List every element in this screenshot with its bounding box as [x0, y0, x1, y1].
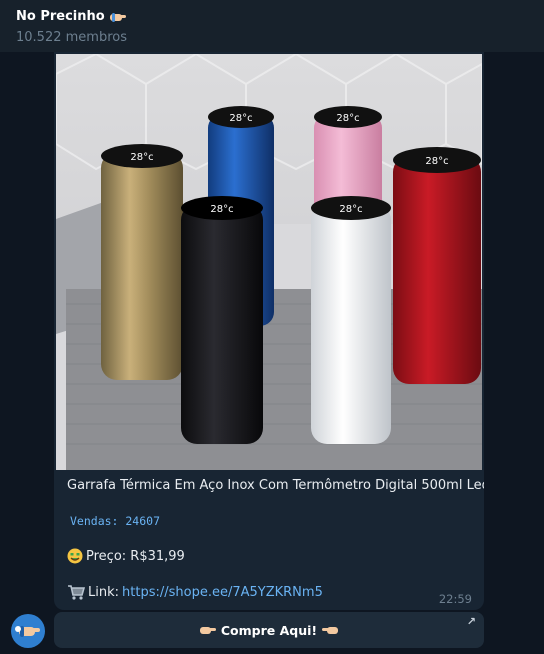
- thermos-display-gold: 28°c: [130, 152, 153, 163]
- channel-title-text: No Precinho: [16, 9, 105, 24]
- cart-icon: [68, 585, 85, 600]
- message-time: 22:59: [438, 592, 472, 606]
- sales-count: Vendas: 24607: [70, 514, 161, 528]
- product-link[interactable]: https://shope.ee/7A5YZKRNm5: [122, 585, 323, 600]
- thermos-display-blue: 28°c: [229, 113, 252, 124]
- price-text: Preço: R$31,99: [86, 548, 185, 564]
- price-line: Preço: R$31,99: [67, 548, 185, 564]
- member-count: 10.522 membros: [16, 30, 127, 45]
- link-label: Link:: [88, 584, 120, 600]
- thermos-display-pink: 28°c: [336, 113, 359, 124]
- money-face-icon: [67, 548, 83, 564]
- thermos-display-red: 28°c: [425, 156, 448, 167]
- chat-header[interactable]: No Precinho 10.522 membros: [0, 0, 544, 52]
- buy-button-label: Compre Aqui!: [220, 622, 318, 638]
- product-image[interactable]: 28°c 28°c 28°c 28°c 28°c 28°c: [56, 54, 482, 470]
- external-arrow-icon: ↗: [466, 615, 476, 628]
- link-line: Link: https://shope.ee/7A5YZKRNm5: [67, 584, 323, 600]
- pointing-hand-icon: [110, 12, 127, 22]
- product-caption: Garrafa Térmica Em Aço Inox Com Termômet…: [67, 478, 484, 493]
- message-bubble[interactable]: 28°c 28°c 28°c 28°c 28°c 28°c Garrafa Té…: [54, 52, 484, 610]
- thermos-display-black: 28°c: [210, 204, 233, 215]
- pointing-left-hand-icon: [322, 627, 339, 634]
- pointing-right-hand-icon: [199, 627, 216, 634]
- thermos-display-white: 28°c: [339, 204, 362, 215]
- buy-button[interactable]: Compre Aqui! ↗: [54, 612, 484, 648]
- avatar[interactable]: [11, 614, 45, 648]
- channel-title[interactable]: No Precinho: [16, 9, 127, 24]
- avatar-hand-icon: [15, 626, 40, 637]
